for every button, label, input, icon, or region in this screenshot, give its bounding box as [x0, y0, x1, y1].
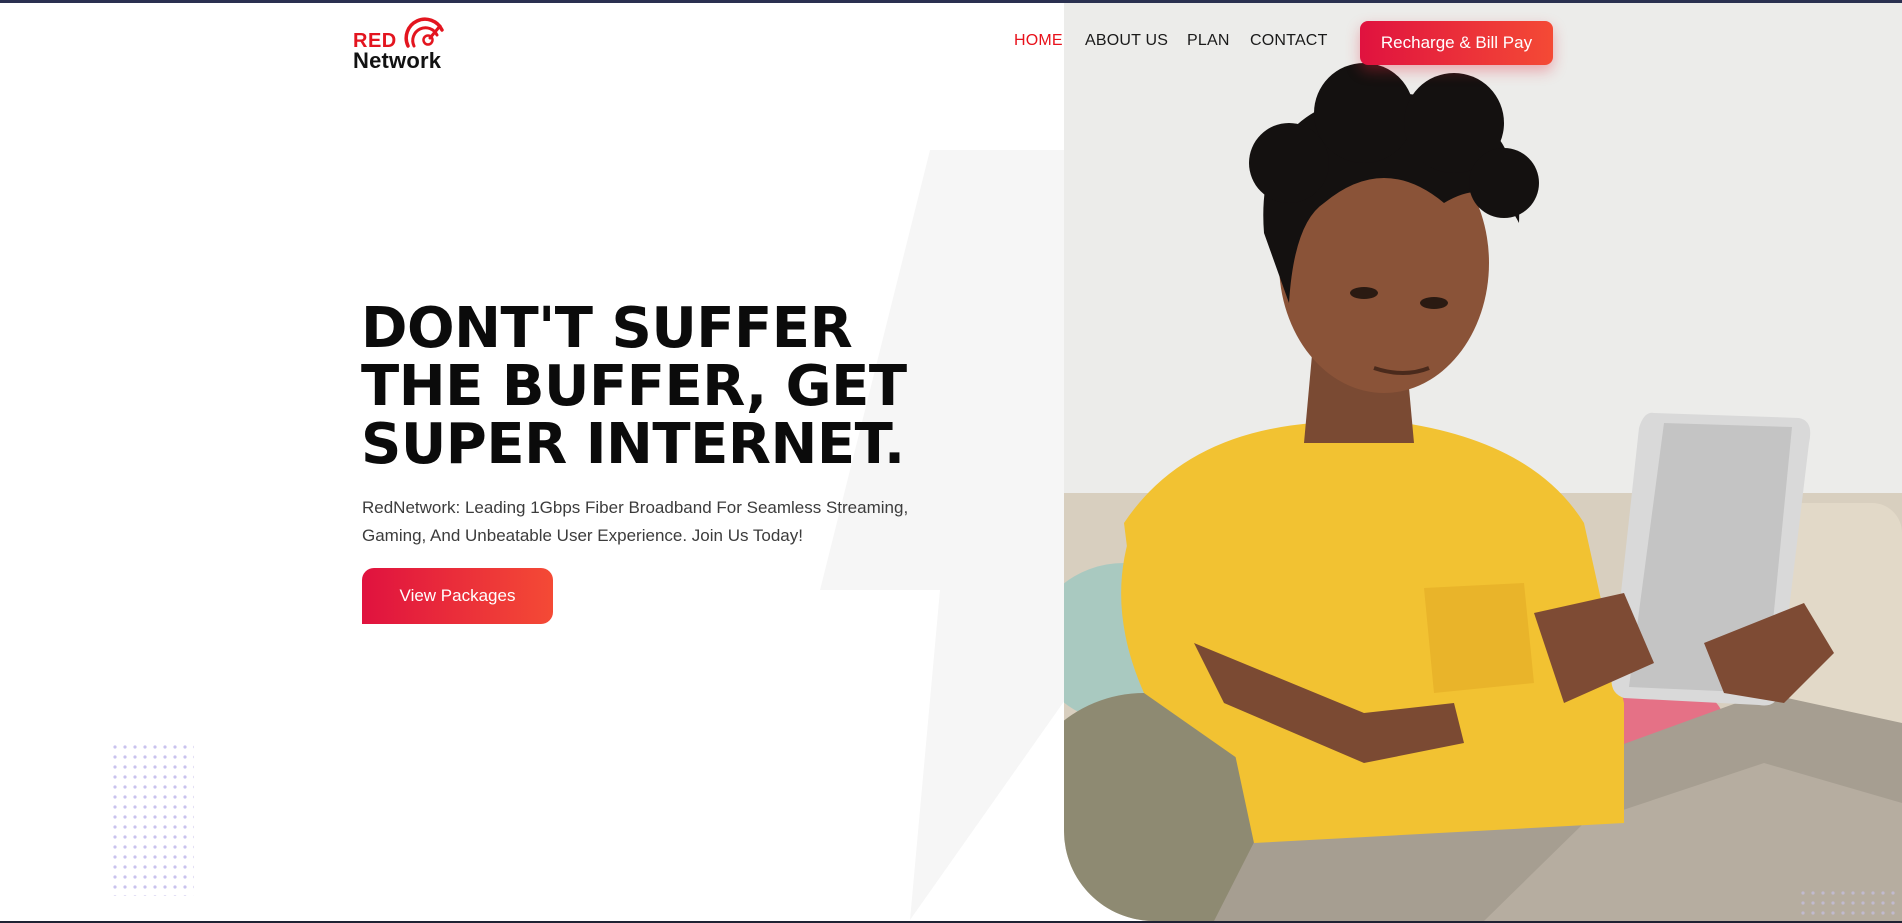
hero-subtitle: RedNetwork: Leading 1Gbps Fiber Broadban… [362, 498, 909, 545]
brand-logo[interactable]: RED Network [352, 16, 452, 73]
view-packages-button[interactable]: View Packages [362, 568, 553, 624]
nav-item-home[interactable]: HOME [1014, 32, 1063, 50]
nav-item-contact[interactable]: CONTACT [1250, 32, 1328, 50]
logo-text-network: Network [353, 48, 442, 73]
signal-speedometer-icon [404, 17, 444, 48]
nav-item-about-us[interactable]: ABOUT US [1085, 32, 1168, 50]
dot-grid-decoration [112, 744, 194, 896]
recharge-bill-pay-button[interactable]: Recharge & Bill Pay [1360, 21, 1553, 65]
person-with-tablet-illustration [1064, 3, 1902, 921]
dot-grid-decoration-right [1800, 890, 1900, 920]
hero-image [1064, 3, 1902, 921]
nav-item-plan[interactable]: PLAN [1187, 32, 1230, 50]
hero-title: DONT'T SUFFER THE BUFFER, GET SUPER INTE… [361, 296, 907, 477]
